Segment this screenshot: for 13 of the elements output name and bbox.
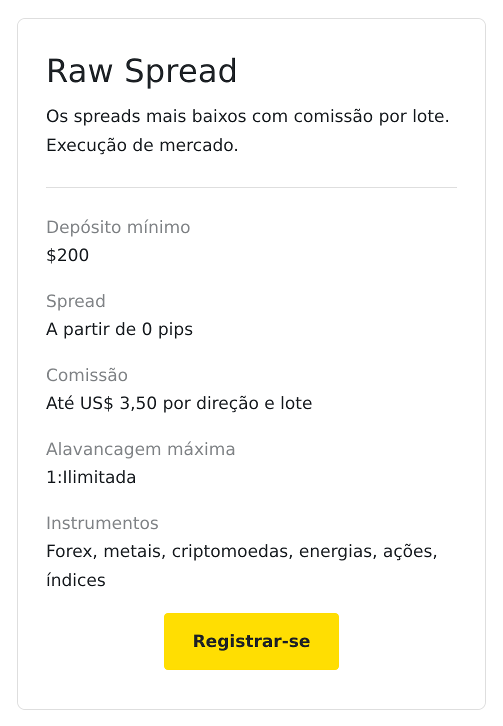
spec-value: $200 — [46, 245, 90, 268]
card-description: Os spreads mais baixos com comissão por lote. Execução de mercado. — [46, 106, 451, 158]
spec-label: Instrumentos — [46, 513, 160, 536]
spec-label: Spread — [46, 291, 107, 314]
card-title: Raw Spread — [46, 51, 240, 91]
register-button[interactable]: Registrar-se — [164, 613, 339, 670]
spec-value: Até US$ 3,50 por direção e lote — [46, 393, 314, 416]
spec-value: 1:Ilimitada — [46, 467, 138, 490]
spec-label: Alavancagem máxima — [46, 439, 237, 462]
spec-label: Depósito mínimo — [46, 217, 192, 240]
spec-value: Forex, metais, criptomoedas, energias, ações, índices — [46, 541, 439, 593]
spec-label: Comissão — [46, 365, 130, 388]
spec-value: A partir de 0 pips — [46, 319, 194, 342]
